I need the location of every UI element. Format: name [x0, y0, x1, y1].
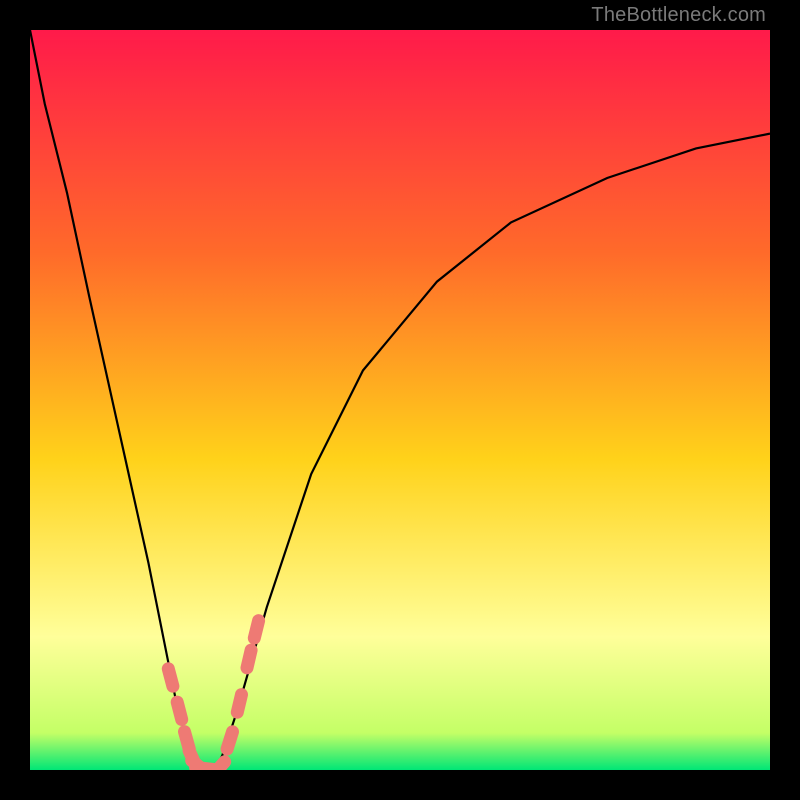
marker-segment [168, 669, 173, 686]
marker-segment [247, 650, 251, 668]
marker-segment [227, 732, 232, 749]
bottleneck-curve-layer [30, 30, 770, 770]
bottleneck-curve [30, 30, 770, 770]
watermark-text: TheBottleneck.com [591, 4, 766, 27]
marker-segment [237, 695, 241, 713]
highlighted-markers [168, 621, 258, 770]
marker-segment [213, 762, 225, 770]
plot-frame [30, 30, 770, 770]
marker-segment [254, 621, 258, 638]
marker-segment [177, 702, 182, 719]
